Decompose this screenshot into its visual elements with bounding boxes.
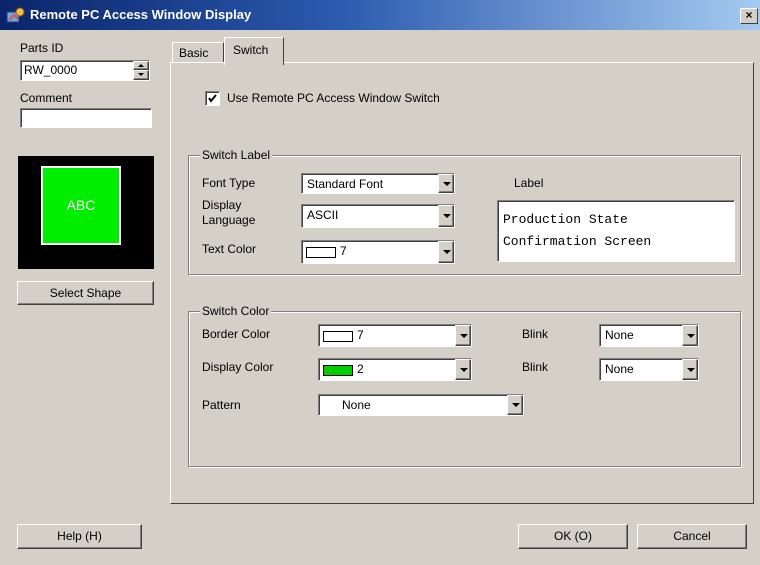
parts-id-value: RW_0000 xyxy=(24,63,78,77)
tab-basic[interactable]: Basic xyxy=(172,42,224,63)
border-color-swatch xyxy=(323,330,353,342)
border-color-select[interactable]: 7 xyxy=(318,324,472,347)
label-line: Confirmation Screen xyxy=(503,234,652,249)
switch-color-group-title: Switch Color xyxy=(200,304,272,318)
chevron-down-icon[interactable] xyxy=(438,205,454,227)
text-color-label: Text Color xyxy=(202,242,257,256)
label-textarea[interactable]: Production State Confirmation Screen xyxy=(497,200,735,262)
stepper-up-button[interactable] xyxy=(133,61,149,70)
arrow-up-icon xyxy=(138,64,144,67)
use-switch-label: Use Remote PC Access Window Switch xyxy=(227,91,440,105)
select-shape-button[interactable]: Select Shape xyxy=(17,281,154,305)
label-title: Label xyxy=(514,176,544,190)
arrow-down-icon xyxy=(138,73,144,76)
app-icon xyxy=(6,7,25,23)
chevron-down-icon[interactable] xyxy=(455,325,471,346)
preview-switch-shape: ABC xyxy=(41,166,121,245)
parts-id-stepper[interactable]: RW_0000 xyxy=(20,60,150,81)
chevron-down-icon[interactable] xyxy=(438,174,454,193)
border-blink-label: Blink xyxy=(522,327,549,341)
display-language-select[interactable]: ASCII xyxy=(301,204,455,228)
pattern-value: None xyxy=(342,398,371,412)
display-color-value: 2 xyxy=(357,362,364,376)
parts-id-label: Parts ID xyxy=(20,41,64,55)
chevron-down-icon[interactable] xyxy=(682,359,698,380)
use-switch-checkbox[interactable] xyxy=(205,91,220,106)
border-color-label: Border Color xyxy=(202,327,271,341)
comment-label: Comment xyxy=(20,91,73,105)
display-color-label: Display Color xyxy=(202,360,274,374)
tab-basic-label: Basic xyxy=(179,46,209,60)
border-blink-value: None xyxy=(605,328,634,342)
chevron-down-icon[interactable] xyxy=(455,359,471,380)
pattern-label: Pattern xyxy=(202,398,241,412)
display-blink-value: None xyxy=(605,362,634,376)
text-color-swatch xyxy=(306,247,336,258)
window-title: Remote PC Access Window Display xyxy=(30,7,252,22)
display-language-value: ASCII xyxy=(307,208,339,222)
tab-switch-label: Switch xyxy=(233,43,269,57)
tab-switch[interactable]: Switch xyxy=(224,37,284,65)
comment-input[interactable] xyxy=(20,108,152,128)
display-blink-select[interactable]: None xyxy=(599,358,699,381)
preview-text: ABC xyxy=(66,197,96,213)
text-color-select[interactable]: 7 xyxy=(301,240,455,264)
help-button[interactable]: Help (H) xyxy=(17,524,142,549)
font-type-value: Standard Font xyxy=(307,177,384,191)
chevron-down-icon[interactable] xyxy=(682,325,698,346)
text-color-value: 7 xyxy=(340,244,347,258)
shape-preview: ABC xyxy=(18,156,154,269)
label-line: Production State xyxy=(503,212,628,227)
pattern-select[interactable]: None xyxy=(318,394,524,416)
close-button[interactable]: × xyxy=(740,8,758,24)
stepper-down-button[interactable] xyxy=(133,70,149,80)
chevron-down-icon[interactable] xyxy=(507,395,523,415)
switch-label-group-title: Switch Label xyxy=(200,148,273,162)
font-type-label: Font Type xyxy=(202,176,256,190)
border-color-value: 7 xyxy=(357,328,364,342)
chevron-down-icon[interactable] xyxy=(438,241,454,263)
ok-button[interactable]: OK (O) xyxy=(518,524,628,549)
cancel-button[interactable]: Cancel xyxy=(637,524,747,549)
border-blink-select[interactable]: None xyxy=(599,324,699,347)
display-language-label-line2: Language xyxy=(202,213,256,227)
checkmark-icon xyxy=(208,94,217,103)
display-color-select[interactable]: 2 xyxy=(318,358,472,381)
display-color-swatch xyxy=(323,364,353,376)
display-language-label-line1: Display xyxy=(202,198,242,212)
display-blink-label: Blink xyxy=(522,360,549,374)
font-type-select[interactable]: Standard Font xyxy=(301,173,455,194)
